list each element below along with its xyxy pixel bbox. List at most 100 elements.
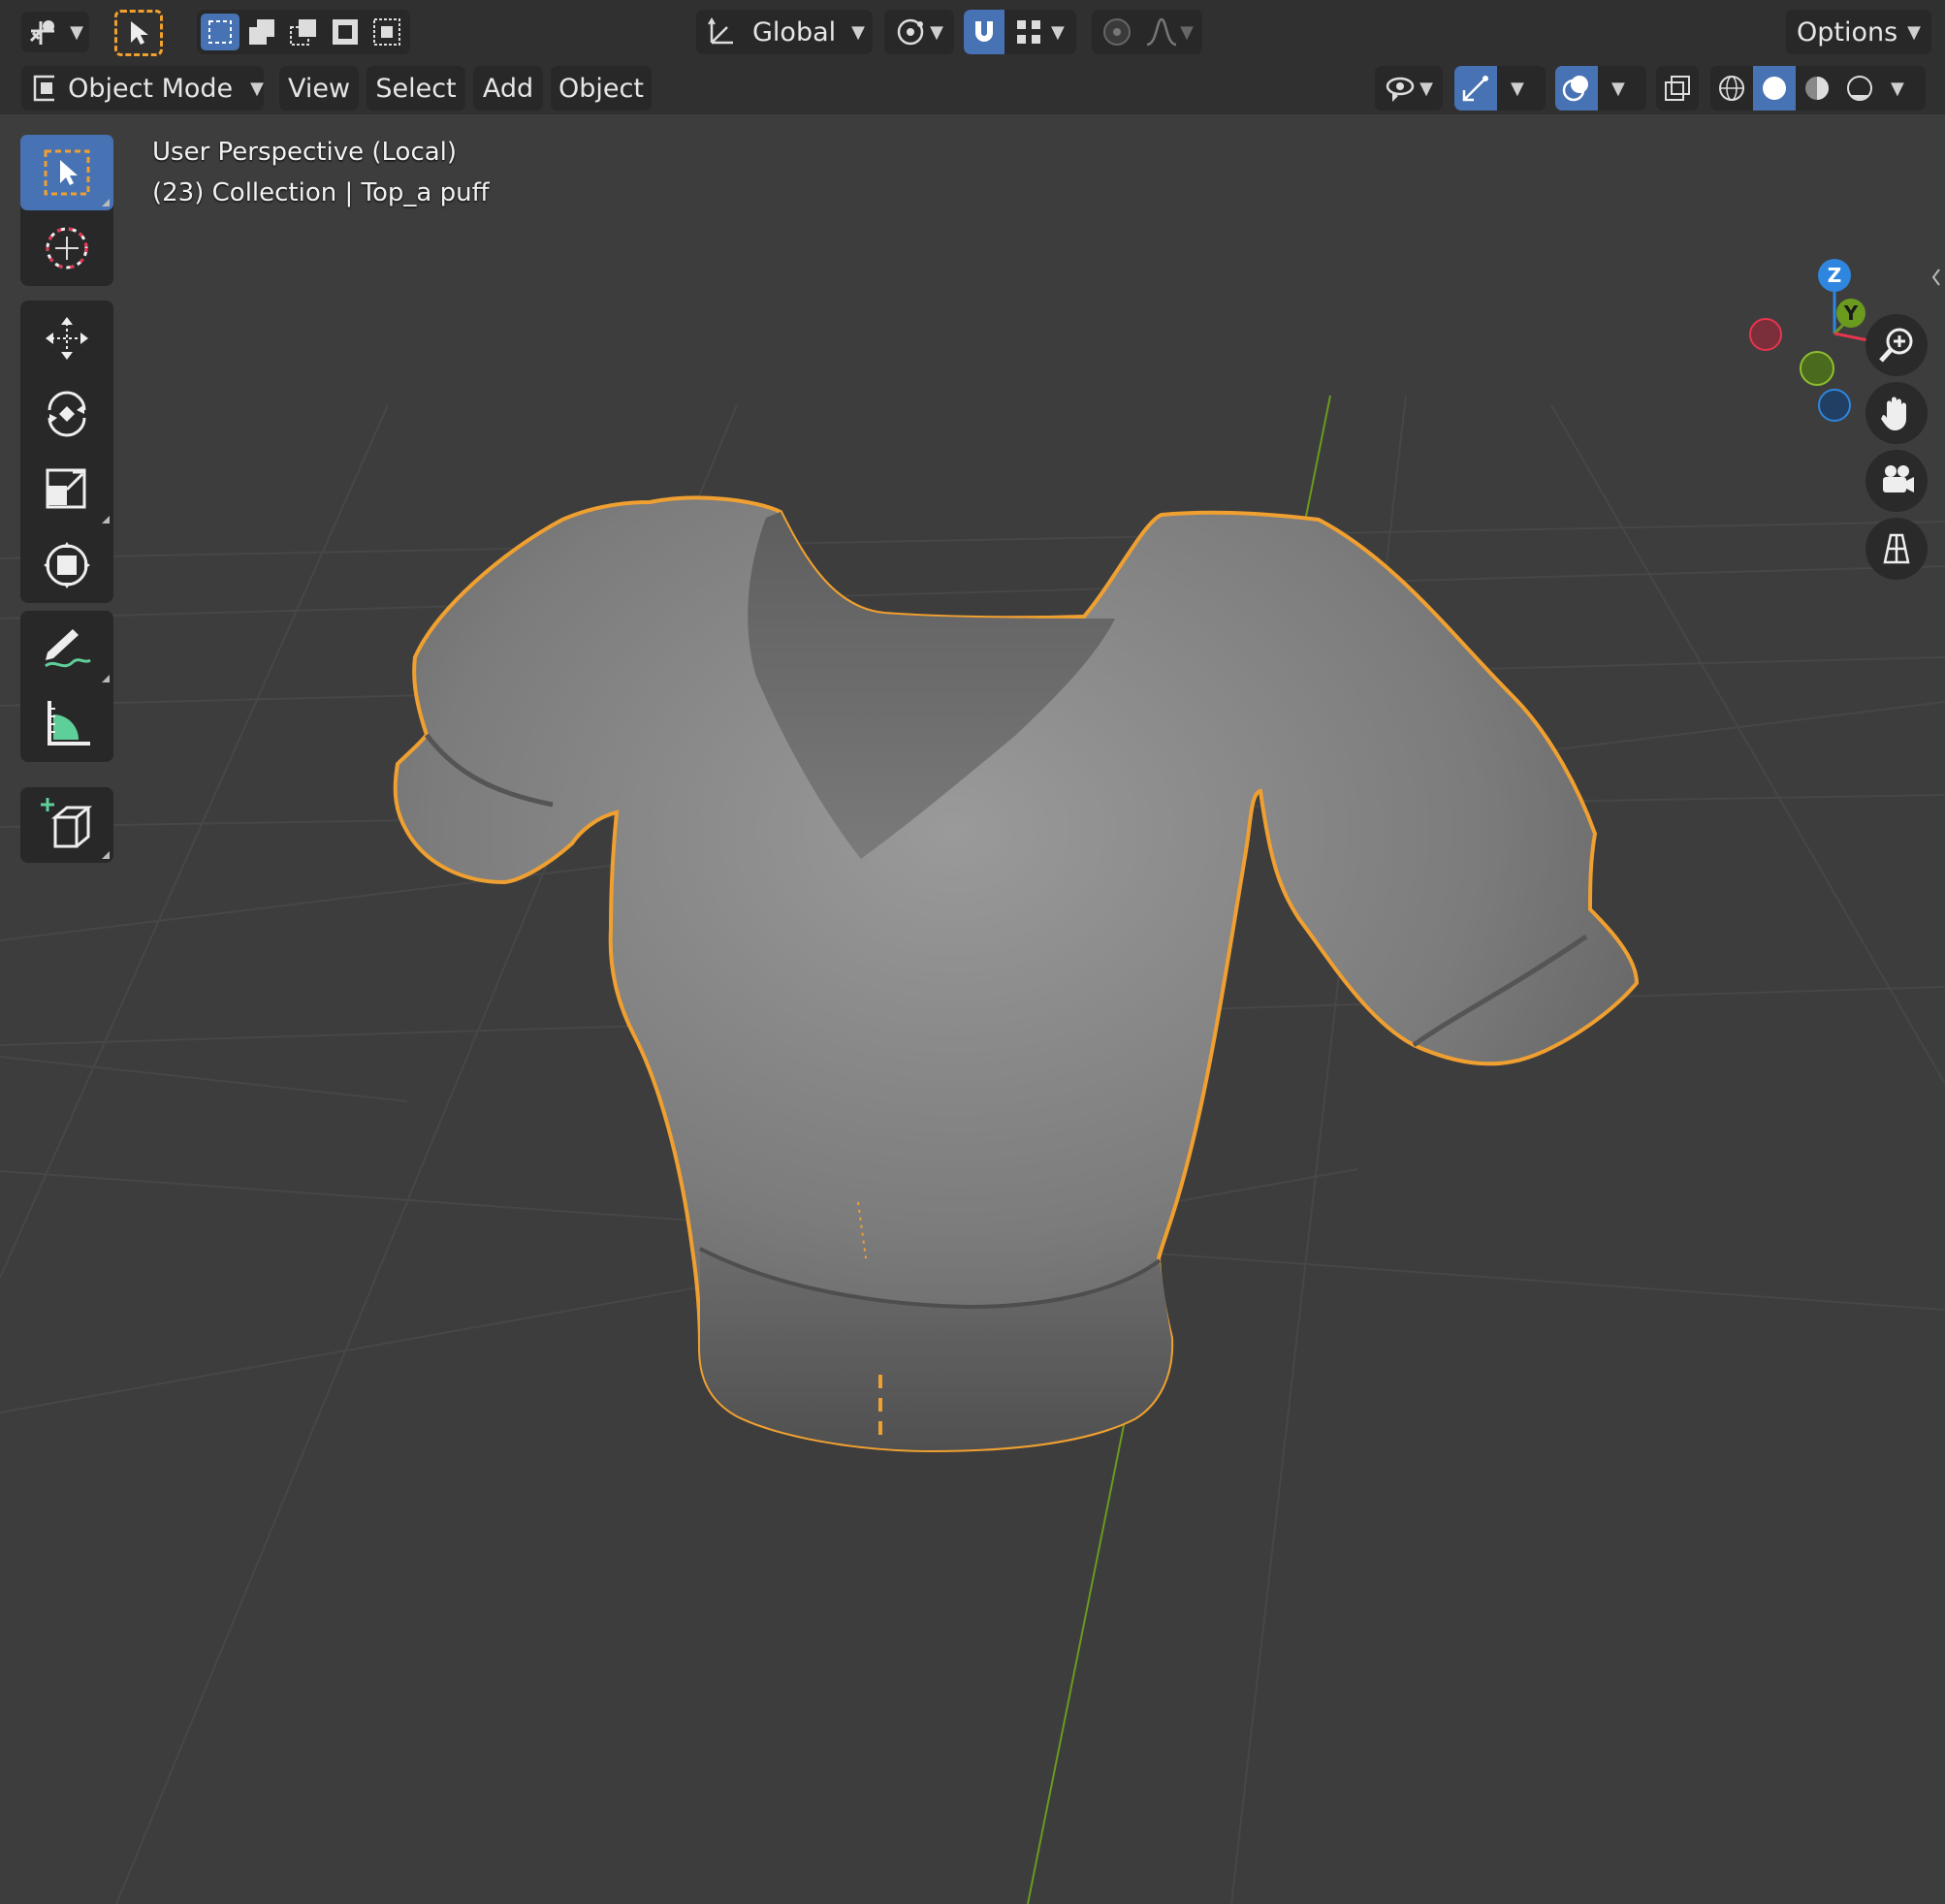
collection-label: (23) Collection | Top_a puff [152, 178, 490, 207]
gizmo-toggle[interactable] [1454, 66, 1497, 111]
options-dropdown[interactable]: Options ▼ [1786, 10, 1931, 54]
pan-button[interactable] [1865, 382, 1928, 444]
measure-icon [48, 701, 90, 746]
transform-icon [44, 542, 90, 588]
orientation-axes-icon [708, 17, 733, 45]
projection-toggle-button[interactable] [1865, 518, 1928, 580]
visibility-dropdown[interactable]: ▼ [1375, 66, 1443, 111]
neg-z-axis-icon[interactable] [1818, 389, 1851, 422]
3d-viewport[interactable]: Z Y X User Perspective (Local) (23) Coll… [0, 114, 1945, 1904]
editor-type-dropdown[interactable]: ▼ [21, 12, 89, 52]
transform-orientation-dropdown[interactable]: Global ▼ [696, 10, 873, 54]
overlay-group: ▼ [1555, 66, 1646, 111]
chevron-down-icon: ▼ [70, 21, 83, 43]
scene-canvas: Z Y X [0, 259, 1945, 1904]
neg-y-axis-icon[interactable] [1800, 351, 1834, 386]
shading-material-button[interactable] [1796, 66, 1838, 111]
tool-settings-bar: ▼ Global ▼ ▼ ▼ ▼ Options ▼ [0, 0, 1945, 64]
material-sphere-icon [1805, 77, 1829, 100]
gizmo-group: ▼ [1454, 66, 1546, 111]
zoom-button[interactable] [1865, 314, 1928, 376]
select-new-button[interactable] [201, 14, 239, 50]
shading-rendered-button[interactable] [1838, 66, 1881, 111]
tool-measure[interactable] [20, 686, 113, 762]
overlay-toggle[interactable] [1555, 66, 1598, 111]
chevron-down-icon: ▼ [1180, 21, 1194, 43]
tweak-select-button[interactable] [114, 10, 163, 56]
perspective-label: User Perspective (Local) [152, 138, 458, 167]
camera-view-button[interactable] [1865, 450, 1928, 512]
chevron-down-icon: ▼ [1051, 21, 1065, 43]
camera-icon [1883, 465, 1914, 492]
pivot-point-dropdown[interactable]: ▼ [884, 10, 954, 54]
menu-add[interactable]: Add [473, 66, 543, 111]
snap-toggle[interactable] [964, 10, 1004, 54]
snap-group: ▼ [964, 10, 1076, 54]
chevron-down-icon: ▼ [1419, 78, 1433, 99]
tool-transform[interactable] [20, 527, 113, 603]
select-extend-icon [249, 19, 274, 45]
tool-select-box[interactable] [20, 135, 113, 210]
tool-scale[interactable] [20, 452, 113, 527]
options-label: Options [1796, 16, 1898, 48]
snap-increment-icon [1017, 20, 1040, 44]
shading-dropdown-chevron-icon[interactable]: ▼ [1891, 79, 1904, 99]
select-new-icon [208, 20, 232, 44]
chevron-down-icon: ▼ [1907, 21, 1922, 43]
chevron-down-icon: ▼ [250, 78, 264, 99]
gizmo-icon [1462, 76, 1488, 102]
proportional-editing-group[interactable]: ▼ [1092, 10, 1202, 54]
cursor-icon [46, 227, 88, 270]
move-icon [46, 317, 88, 360]
selection-mode-group [197, 10, 410, 54]
rendered-sphere-icon [1847, 76, 1872, 101]
tool-cursor[interactable] [20, 210, 113, 286]
z-axis-label: Z [1828, 264, 1842, 287]
pan-hand-icon [1881, 397, 1906, 430]
shading-wireframe-button[interactable] [1710, 66, 1753, 111]
overlay-icon [1562, 76, 1588, 102]
select-subtract-icon [290, 19, 316, 46]
falloff-curve-icon [1146, 17, 1177, 47]
tool-move[interactable] [20, 301, 113, 376]
toolbar-transform-group [20, 301, 113, 603]
grid-view-icon [1883, 533, 1910, 564]
menu-select[interactable]: Select [367, 66, 465, 111]
menu-view-label: View [287, 73, 351, 104]
menu-view[interactable]: View [279, 66, 359, 111]
zoom-icon [1879, 328, 1913, 363]
snap-target-dropdown[interactable]: ▼ [1014, 17, 1065, 47]
xray-toggle[interactable] [1656, 66, 1699, 111]
menu-select-label: Select [375, 73, 457, 104]
gizmo-dropdown-chevron-icon[interactable]: ▼ [1511, 79, 1524, 99]
chevron-down-icon: ▼ [930, 21, 943, 43]
select-invert-button[interactable] [326, 14, 365, 50]
select-intersect-icon [373, 18, 400, 46]
orientation-label: Global [752, 16, 837, 48]
overlay-dropdown-chevron-icon[interactable]: ▼ [1611, 79, 1625, 99]
shading-solid-button[interactable] [1753, 66, 1796, 111]
chevron-down-icon: ▼ [851, 21, 865, 43]
pivot-icon [897, 18, 924, 46]
select-extend-button[interactable] [242, 14, 281, 50]
menu-object[interactable]: Object [551, 66, 652, 111]
viewport-header: Object Mode ▼ View Select Add Object ▼ ▼… [0, 64, 1945, 114]
solid-sphere-icon [1763, 77, 1786, 100]
neg-x-axis-icon[interactable] [1749, 318, 1782, 351]
y-axis-label: Y [1843, 301, 1859, 325]
eye-pointer-icon [1386, 77, 1415, 102]
select-subtract-button[interactable] [284, 14, 323, 50]
mode-label: Object Mode [68, 73, 234, 104]
shading-group: ▼ [1710, 66, 1926, 111]
select-box-icon [44, 149, 90, 196]
toolbar-annotate-group [20, 611, 113, 762]
rotate-icon [48, 391, 86, 437]
sidebar-toggle-icon[interactable] [1931, 269, 1940, 286]
mode-dropdown[interactable]: Object Mode ▼ [21, 66, 264, 111]
tool-rotate[interactable] [20, 376, 113, 452]
cursor-arrow-icon [131, 21, 148, 45]
select-intersect-button[interactable] [367, 14, 406, 50]
tool-add-cube[interactable] [20, 787, 113, 863]
tool-annotate[interactable] [20, 611, 113, 686]
toolbar-select-group [20, 135, 113, 286]
